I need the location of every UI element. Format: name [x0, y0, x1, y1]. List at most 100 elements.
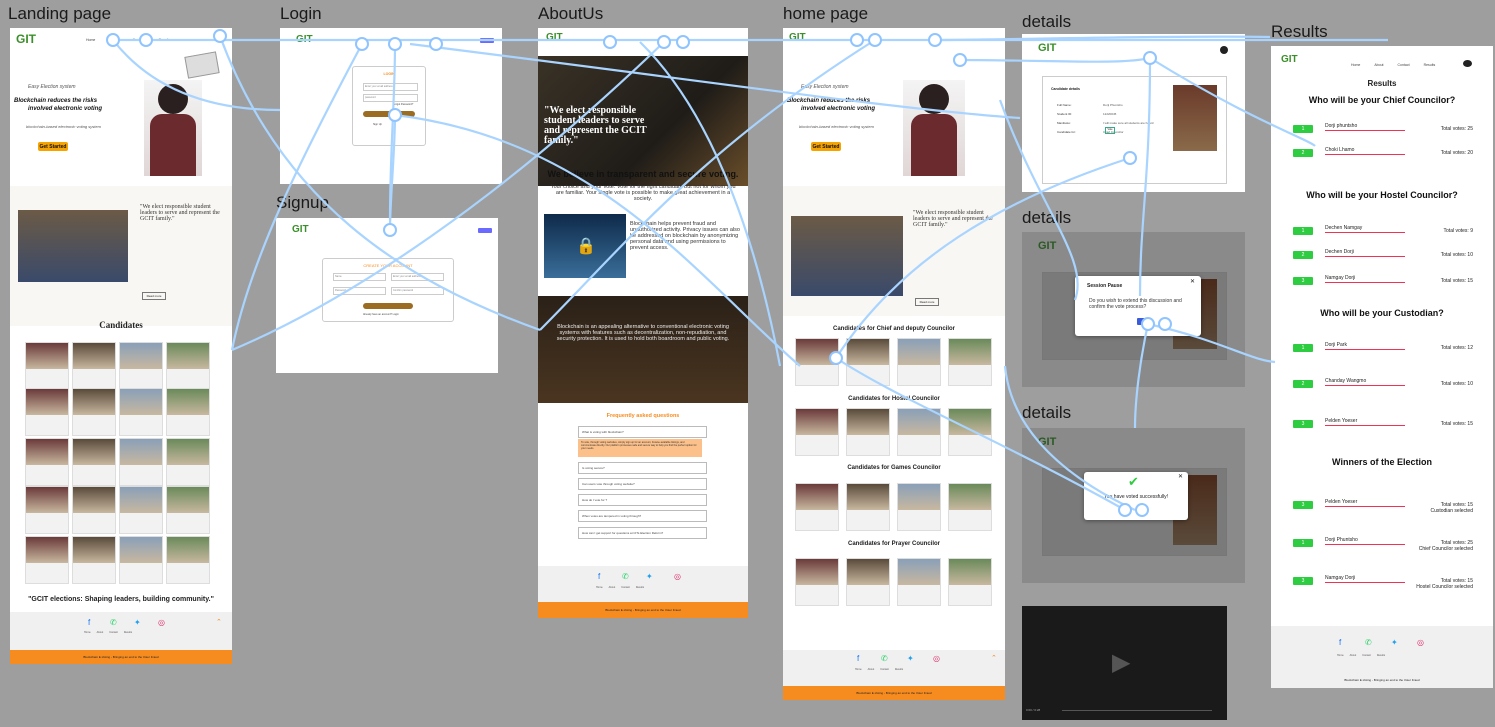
nav-result[interactable]: Result: [159, 38, 169, 42]
footer-link-home[interactable]: Home: [1337, 654, 1344, 657]
faq-item-3[interactable]: Can users vote through voting website?: [578, 478, 707, 490]
candidate-card[interactable]: [25, 388, 69, 436]
footer-link-about[interactable]: About: [868, 668, 875, 671]
login-password-input[interactable]: password: [363, 94, 418, 102]
instagram-icon[interactable]: ◎: [158, 618, 165, 627]
signup-name-input[interactable]: Name: [333, 273, 386, 281]
instagram-icon[interactable]: ◎: [933, 654, 940, 663]
twitter-icon[interactable]: ✦: [1391, 638, 1398, 647]
footer-link-contact[interactable]: Contact: [109, 631, 118, 634]
facebook-icon[interactable]: f: [598, 572, 600, 581]
video-progress-bar[interactable]: [1062, 710, 1212, 711]
nav-about[interactable]: About: [109, 38, 118, 42]
facebook-icon[interactable]: f: [1339, 638, 1341, 647]
whatsapp-icon[interactable]: ✆: [1365, 638, 1372, 647]
details-vote-button[interactable]: Vote: [1105, 127, 1115, 134]
footer-link-home[interactable]: Home: [596, 586, 603, 589]
candidate-card[interactable]: [948, 338, 992, 386]
candidate-card[interactable]: [25, 536, 69, 584]
candidate-card[interactable]: [25, 486, 69, 534]
footer-link-home[interactable]: Home: [855, 668, 862, 671]
candidate-card[interactable]: [119, 438, 163, 486]
candidate-card[interactable]: [166, 536, 210, 584]
instagram-icon[interactable]: ◎: [1417, 638, 1424, 647]
facebook-icon[interactable]: f: [857, 654, 859, 663]
candidate-card[interactable]: [166, 342, 210, 390]
candidate-card[interactable]: [166, 388, 210, 436]
footer-link-home[interactable]: Home: [84, 631, 91, 634]
candidate-card[interactable]: [948, 408, 992, 456]
whatsapp-icon[interactable]: ✆: [622, 572, 629, 581]
faq-item-5[interactable]: When votes are tampered in voting throug…: [578, 510, 707, 522]
nav-results[interactable]: Results: [1424, 63, 1436, 67]
faq-item-2[interactable]: Is voting secure?: [578, 462, 707, 474]
twitter-icon[interactable]: ✦: [134, 618, 141, 627]
signup-email-input[interactable]: Enter your email address: [391, 273, 444, 281]
signup-link[interactable]: Sign Up: [373, 123, 382, 126]
candidate-card[interactable]: [795, 483, 839, 531]
candidate-card[interactable]: [72, 438, 116, 486]
candidate-card[interactable]: [72, 486, 116, 534]
candidate-card[interactable]: [119, 388, 163, 436]
get-started-button[interactable]: Get Started: [38, 142, 68, 151]
login-nav-button[interactable]: [480, 38, 494, 43]
instagram-icon[interactable]: ◎: [674, 572, 681, 581]
play-icon[interactable]: ▶: [1112, 648, 1130, 677]
close-icon[interactable]: ✕: [1190, 278, 1195, 285]
footer-link-about[interactable]: About: [609, 586, 616, 589]
home-get-started-button[interactable]: Get Started: [811, 142, 841, 151]
whatsapp-icon[interactable]: ✆: [110, 618, 117, 627]
candidate-card[interactable]: [119, 342, 163, 390]
candidate-card[interactable]: [166, 438, 210, 486]
home-read-more-button[interactable]: Read more: [915, 298, 939, 306]
footer-link-about[interactable]: About: [1350, 654, 1357, 657]
signup-password-input[interactable]: Password: [333, 287, 386, 295]
candidate-card[interactable]: [846, 338, 890, 386]
candidate-card[interactable]: [948, 483, 992, 531]
footer-link-about[interactable]: About: [97, 631, 104, 634]
faq-item-6[interactable]: How can I get support for questions at C…: [578, 527, 707, 539]
login-link[interactable]: Already have an account? Login: [363, 313, 399, 316]
forgot-password-link[interactable]: Forgot Password?: [393, 103, 413, 106]
candidate-card[interactable]: [795, 338, 839, 386]
candidate-card[interactable]: [897, 558, 941, 606]
candidate-card[interactable]: [72, 388, 116, 436]
twitter-icon[interactable]: ✦: [646, 572, 653, 581]
candidate-card[interactable]: [795, 558, 839, 606]
candidate-card[interactable]: [897, 338, 941, 386]
profile-avatar[interactable]: [1463, 60, 1472, 67]
candidate-card[interactable]: [846, 408, 890, 456]
candidate-card[interactable]: [846, 558, 890, 606]
scroll-top-icon[interactable]: ⌃: [991, 654, 997, 662]
candidate-card[interactable]: [72, 536, 116, 584]
candidate-card[interactable]: [119, 536, 163, 584]
profile-avatar[interactable]: [1220, 46, 1228, 54]
faq-item-1[interactable]: What is voting with blockchain?: [578, 426, 707, 438]
footer-link-contact[interactable]: Contact: [880, 668, 889, 671]
footer-link-results[interactable]: Results: [895, 668, 903, 671]
signup-button[interactable]: [363, 303, 413, 309]
read-more-button[interactable]: Read more: [142, 292, 166, 300]
nav-contact[interactable]: Contact: [1398, 63, 1410, 67]
candidate-card[interactable]: [25, 438, 69, 486]
footer-link-contact[interactable]: Contact: [1362, 654, 1371, 657]
footer-link-results[interactable]: Results: [1377, 654, 1385, 657]
candidate-card[interactable]: [948, 558, 992, 606]
scroll-top-icon[interactable]: ⌃: [216, 618, 222, 626]
login-button[interactable]: [363, 111, 415, 117]
candidate-card[interactable]: [795, 408, 839, 456]
candidate-card[interactable]: [72, 342, 116, 390]
whatsapp-icon[interactable]: ✆: [881, 654, 888, 663]
candidate-card[interactable]: [897, 408, 941, 456]
candidate-card[interactable]: [119, 486, 163, 534]
candidate-card[interactable]: [25, 342, 69, 390]
footer-link-results[interactable]: Results: [636, 586, 644, 589]
footer-link-contact[interactable]: Contact: [621, 586, 630, 589]
faq-item-4[interactable]: How do I vote for ?: [578, 494, 707, 506]
nav-contact[interactable]: Contact: [133, 38, 145, 42]
signup-confirm-input[interactable]: Confirm password: [391, 287, 444, 295]
close-icon[interactable]: ✕: [1178, 473, 1183, 480]
nav-home[interactable]: Home: [86, 38, 95, 42]
candidate-card[interactable]: [166, 486, 210, 534]
candidate-card[interactable]: [846, 483, 890, 531]
